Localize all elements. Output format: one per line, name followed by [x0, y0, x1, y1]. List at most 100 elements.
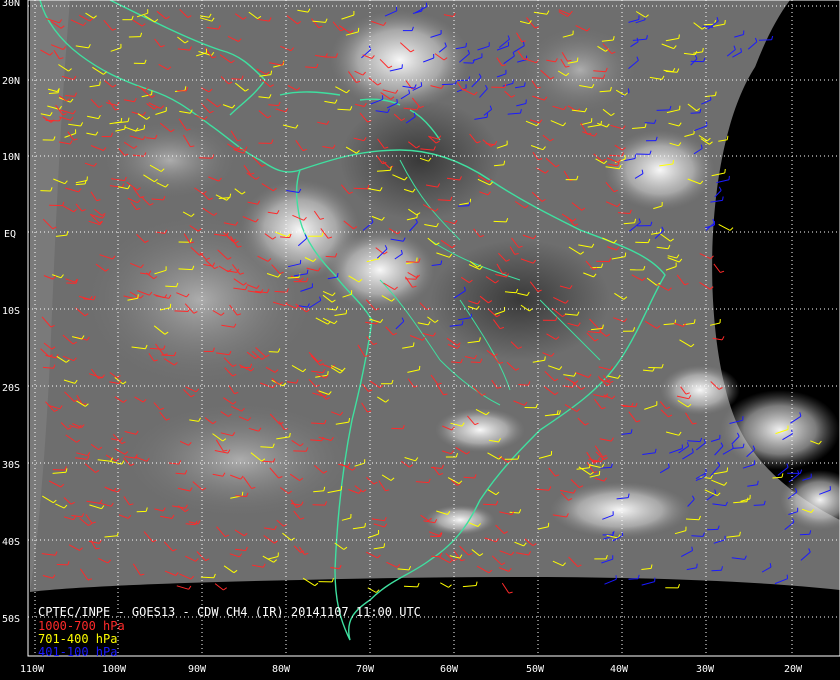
- wind-barb-shaft: [628, 578, 639, 580]
- legend-low-level: 1000-700 hPa: [38, 619, 125, 633]
- wind-barb-shaft: [483, 503, 497, 506]
- lat-label-20s: 20S: [2, 383, 20, 394]
- lon-label-20w: 20W: [784, 664, 803, 675]
- wind-barb-shaft: [753, 504, 765, 506]
- wind-barb-shaft: [325, 255, 336, 258]
- lon-label-110w: 110W: [20, 664, 45, 675]
- wind-barb-shaft: [772, 476, 783, 479]
- wind-barb-shaft: [268, 351, 279, 353]
- lon-label-80w: 80W: [272, 664, 291, 675]
- wind-barb-shaft: [690, 112, 700, 114]
- wind-barb-flag: [726, 467, 729, 472]
- wind-barb-flag: [465, 42, 467, 47]
- wind-barb-shaft: [493, 220, 507, 223]
- wind-barb-flag: [383, 543, 386, 548]
- lat-label-10s: 10S: [2, 306, 20, 317]
- wind-barb-flag: [486, 113, 489, 118]
- legend-high-level: 401-100 hPa: [38, 645, 117, 659]
- wind-barb-shaft: [353, 187, 368, 190]
- wind-barb-shaft: [711, 569, 722, 572]
- wind-barb-flag: [120, 117, 123, 123]
- lat-label-30s: 30S: [2, 460, 20, 471]
- wind-barb-shaft: [165, 285, 177, 288]
- lat-label-30n: 30N: [2, 0, 20, 9]
- satellite-wind-map: 30N 20N 10N EQ 10S 20S 30S 40S 50S 110W …: [0, 0, 840, 680]
- lon-label-40w: 40W: [610, 664, 629, 675]
- wind-barb-flag: [470, 313, 472, 318]
- lat-label-50s: 50S: [2, 614, 20, 625]
- wind-barb-flag: [396, 99, 398, 104]
- wind-barb-shaft: [48, 92, 59, 94]
- lat-label-eq: EQ: [4, 229, 16, 240]
- wind-barb-shaft: [470, 361, 481, 363]
- wind-barb-shaft: [685, 518, 700, 521]
- wind-barb-flag: [624, 252, 627, 257]
- wind-barb-shaft: [174, 310, 189, 312]
- wind-barb-flag: [726, 135, 729, 140]
- wind-barb-flag: [241, 491, 244, 496]
- wind-barb-flag: [691, 546, 693, 551]
- wind-barb-shaft: [198, 157, 213, 159]
- wind-barb-shaft: [287, 276, 299, 279]
- lon-label-50w: 50W: [526, 664, 545, 675]
- wind-barb-flag: [425, 2, 428, 7]
- wind-barb-flag: [627, 88, 630, 93]
- wind-barb-flag: [345, 309, 348, 314]
- lat-label-10n: 10N: [2, 152, 20, 163]
- lon-label-100w: 100W: [102, 664, 127, 675]
- lon-label-90w: 90W: [188, 664, 207, 675]
- wind-barb-flag: [270, 70, 273, 75]
- wind-barb-flag: [461, 320, 464, 325]
- wind-barb-shaft: [403, 585, 418, 588]
- wind-barb-flag: [184, 86, 187, 91]
- wind-barb-flag: [99, 81, 101, 86]
- wind-barb-shaft: [691, 535, 704, 537]
- wind-barb-flag: [327, 371, 329, 376]
- wind-barb-shaft: [441, 83, 456, 86]
- wind-barb-shaft: [52, 469, 66, 471]
- lon-label-30w: 30W: [696, 664, 715, 675]
- wind-barb-shaft: [509, 511, 520, 514]
- wind-barb-shaft: [231, 78, 242, 80]
- wind-barb-shaft: [600, 466, 612, 469]
- wind-barb-shaft: [175, 472, 186, 475]
- wind-barb-shaft: [799, 533, 810, 536]
- wind-barb-flag: [416, 257, 418, 262]
- lat-label-20n: 20N: [2, 76, 20, 87]
- wind-barb-shaft: [260, 446, 273, 448]
- wind-barb-flag: [412, 342, 415, 347]
- wind-barb-shaft: [200, 576, 214, 579]
- wind-barb-flag: [724, 168, 726, 174]
- legend-mid-level: 701-400 hPa: [38, 632, 117, 646]
- wind-barb-flag: [348, 418, 350, 423]
- wind-barb-shaft: [758, 39, 772, 41]
- wind-barb-flag: [678, 34, 680, 39]
- wind-barb-flag: [340, 485, 343, 491]
- wind-barb-flag: [420, 82, 423, 87]
- wind-barb-shaft: [591, 77, 604, 79]
- wind-barb-flag: [306, 269, 309, 274]
- wind-barb-flag: [524, 82, 526, 87]
- wind-barb-flag: [289, 432, 291, 437]
- wind-barb-flag: [364, 523, 366, 528]
- wind-barb-flag: [672, 160, 674, 165]
- wind-barb-shaft: [518, 384, 529, 386]
- wind-barb-flag: [544, 356, 546, 361]
- wind-barb-shaft: [406, 261, 419, 263]
- lat-label-40s: 40S: [2, 537, 20, 548]
- wind-barb-shaft: [178, 268, 193, 271]
- wind-barb-flag: [576, 57, 579, 62]
- lon-label-70w: 70W: [356, 664, 375, 675]
- wind-barb-flag: [137, 294, 139, 299]
- wind-barb-shaft: [656, 109, 670, 111]
- wind-barb-flag: [696, 563, 698, 568]
- wind-barb-flag: [709, 95, 712, 100]
- map-title: CPTEC/INPE - GOES13 - CDW CH4 (IR) 20141…: [38, 605, 421, 619]
- wind-barb-shaft: [280, 236, 290, 239]
- wind-barb-flag: [336, 273, 339, 278]
- wind-barb-flag: [702, 47, 704, 52]
- wind-barb-flag: [724, 20, 726, 25]
- wind-barb-shaft: [75, 183, 86, 186]
- wind-barb-flag: [722, 196, 724, 201]
- wind-barb-flag: [757, 480, 759, 485]
